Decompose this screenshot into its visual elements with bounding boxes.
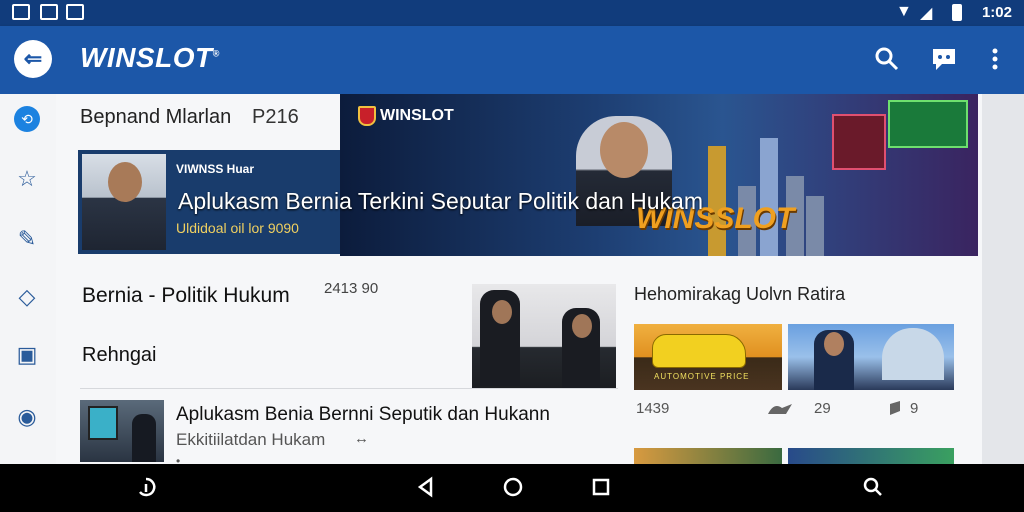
main-content: Bepnand Mlarlan P216 VIWNSS Huar Uldidoa… xyxy=(56,94,982,464)
hero-source: VIWNSS Huar xyxy=(176,162,255,176)
feed-subtitle[interactable]: Rehngai xyxy=(82,344,157,367)
more-icon[interactable] xyxy=(990,46,1000,79)
status-bar: ▼ ◢ 1:02 xyxy=(0,0,1024,26)
battery-icon xyxy=(952,4,962,21)
message-notification-icon xyxy=(40,4,58,20)
side-navigation: ⟲ ☆ ✎ ◇ ▣ ◉ xyxy=(0,94,56,464)
tag-icon[interactable]: ◇ xyxy=(14,284,40,310)
recents-icon[interactable] xyxy=(589,476,613,500)
download-notification-icon xyxy=(66,4,84,20)
image-notification-icon xyxy=(12,4,30,20)
back-icon[interactable] xyxy=(414,476,438,500)
assistant-icon[interactable] xyxy=(134,476,158,500)
hero-headline[interactable]: Aplukasm Bernia Terkini Seputar Politik … xyxy=(178,188,703,215)
share-icon[interactable] xyxy=(888,400,904,421)
clock: 1:02 xyxy=(981,4,1012,21)
like-icon[interactable] xyxy=(766,400,794,421)
hero-date: Uldidoal oil lor 9090 xyxy=(176,220,299,236)
views-count: 1439 xyxy=(636,400,670,417)
list-item-title[interactable]: Aplukasm Benia Bernni Seputik dan Hukann xyxy=(176,404,550,426)
home-icon[interactable] xyxy=(501,476,525,500)
list-item-thumbnail[interactable] xyxy=(80,400,164,462)
expand-icon[interactable]: ↔ xyxy=(354,430,369,447)
hero-portrait xyxy=(82,154,166,250)
wifi-icon: ▼ xyxy=(896,3,912,20)
section-header-number: P216 xyxy=(252,106,299,128)
news-card-speaker[interactable] xyxy=(788,324,954,390)
search-icon[interactable] xyxy=(860,476,884,500)
bullet: • xyxy=(176,454,181,464)
app-bar: ⇐ WINSLOT® xyxy=(0,26,1024,94)
section-header: Bepnand Mlarlan xyxy=(80,106,232,128)
list-item-subtitle: Ekkitiilatdan Hukam xyxy=(176,430,326,449)
star-icon[interactable]: ☆ xyxy=(14,166,40,192)
promo-banner[interactable]: WINSLOT WINSSLOT xyxy=(340,94,978,256)
feed-title[interactable]: Bernia - Politik Hukum xyxy=(82,284,290,308)
bookmark-icon[interactable]: ▣ xyxy=(14,342,40,368)
news-card-partial[interactable] xyxy=(788,448,954,464)
explore-icon[interactable]: ⟲ xyxy=(14,106,40,132)
news-card-car[interactable]: AUTOMOTIVE PRICE xyxy=(634,324,782,390)
news-card-partial[interactable] xyxy=(634,448,782,464)
edit-icon[interactable]: ✎ xyxy=(14,226,40,252)
right-panel-title[interactable]: Hehomirakag Uolvn Ratira xyxy=(634,284,845,305)
card-caption: AUTOMOTIVE PRICE xyxy=(654,372,750,381)
banner-logo: WINSLOT xyxy=(358,106,454,126)
feed-count: 2413 90 xyxy=(324,280,379,297)
shares-count: 9 xyxy=(910,400,919,417)
search-icon[interactable] xyxy=(874,46,900,79)
record-icon[interactable]: ◉ xyxy=(14,404,40,430)
divider xyxy=(80,388,618,389)
signal-icon: ◢ xyxy=(920,5,933,22)
likes-count: 29 xyxy=(814,400,831,417)
shield-icon xyxy=(358,106,376,126)
app-title: WINSLOT® xyxy=(80,42,220,73)
scroll-edge xyxy=(982,94,1024,464)
feed-photo[interactable] xyxy=(472,284,616,388)
back-button[interactable]: ⇐ xyxy=(14,40,52,78)
chat-icon[interactable] xyxy=(930,46,958,79)
system-navigation-bar xyxy=(0,464,1024,512)
more-cards xyxy=(634,448,954,464)
